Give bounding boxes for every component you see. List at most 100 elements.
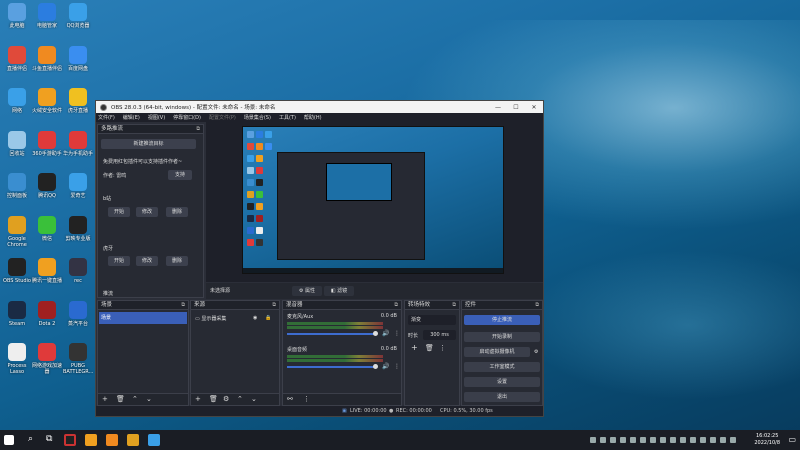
menu-edit[interactable]: 编辑(E)	[123, 114, 140, 121]
settings-button[interactable]: 设置	[464, 377, 540, 387]
volume-slider-handle[interactable]	[373, 364, 378, 369]
desktop-shortcut[interactable]: OBS Studio	[2, 258, 32, 284]
duration-input[interactable]: 300 ms	[423, 330, 456, 340]
target-bilibili-edit-button[interactable]: 修改	[136, 207, 158, 217]
menu-docks[interactable]: 停靠窗口(D)	[173, 114, 201, 121]
obs-taskbar-icon[interactable]	[64, 434, 76, 446]
preview-area[interactable]	[206, 122, 543, 282]
taskbar-app-icon[interactable]	[106, 434, 118, 446]
undock-icon[interactable]: ⧉	[452, 301, 456, 310]
desktop-shortcut[interactable]: 虎牙直播	[63, 88, 93, 114]
clock[interactable]: 16:02:25 2022/10/8	[754, 433, 780, 447]
target-bilibili-delete-button[interactable]: 删除	[166, 207, 188, 217]
tray-icon[interactable]	[690, 437, 696, 443]
chevron-up-icon[interactable]: ⌃	[132, 395, 138, 403]
tray-icon[interactable]	[670, 437, 676, 443]
desktop-shortcut[interactable]: 直播伴侣	[2, 45, 32, 72]
desktop-shortcut[interactable]: 回收站	[2, 130, 32, 157]
desktop-shortcut[interactable]: 电脑管家	[32, 3, 62, 29]
add-icon[interactable]: +	[102, 395, 108, 403]
desktop-shortcut[interactable]: 剪映专业版	[63, 215, 93, 242]
undock-icon[interactable]: ⧉	[181, 301, 185, 310]
undock-icon[interactable]: ⧉	[535, 301, 539, 310]
menu-profile[interactable]: 配置文件(P)	[209, 114, 236, 121]
desktop-shortcut[interactable]: 360手游助手	[32, 130, 62, 157]
tray-icon[interactable]	[720, 437, 726, 443]
taskbar-app-icon[interactable]	[127, 434, 139, 446]
menu-scene-collection[interactable]: 场景集合(S)	[244, 114, 271, 121]
desktop-shortcut[interactable]: 华为手机助手	[63, 130, 93, 157]
desktop-shortcut[interactable]: Process Lasso	[2, 343, 32, 375]
tray-icon[interactable]	[640, 437, 646, 443]
undock-icon[interactable]: ⧉	[394, 301, 398, 310]
speaker-icon[interactable]: 🔊	[382, 363, 389, 370]
tray-icon[interactable]	[700, 437, 706, 443]
support-button[interactable]: 支持	[168, 170, 192, 180]
chevron-down-icon[interactable]: ⌄	[251, 395, 257, 403]
desktop-shortcut[interactable]: 此电脑	[2, 3, 32, 29]
tray-icon[interactable]	[650, 437, 656, 443]
desktop-shortcut[interactable]: 网络游戏加速器	[32, 343, 62, 375]
tray-icon[interactable]	[680, 437, 686, 443]
target-huya-delete-button[interactable]: 删除	[166, 256, 188, 266]
menu-tools[interactable]: 工具(T)	[279, 114, 296, 121]
desktop-shortcut[interactable]: Google Chrome	[2, 215, 32, 248]
stop-streaming-button[interactable]: 停止推流	[464, 315, 540, 325]
visibility-eye-icon[interactable]: ◉	[253, 315, 257, 321]
lock-icon[interactable]: 🔒	[265, 315, 271, 321]
undock-icon[interactable]: ⧉	[196, 125, 200, 134]
gear-icon[interactable]: ⚙	[223, 395, 229, 403]
target-huya-edit-button[interactable]: 修改	[136, 256, 158, 266]
menu-help[interactable]: 帮助(H)	[304, 114, 322, 121]
start-recording-button[interactable]: 开始录制	[464, 332, 540, 342]
menu-file[interactable]: 文件(F)	[98, 114, 115, 121]
desktop-shortcut[interactable]: 腾讯一键直播	[32, 258, 62, 284]
tray-icon[interactable]	[600, 437, 606, 443]
undock-icon[interactable]: ⧉	[272, 301, 276, 310]
properties-button[interactable]: ⚙ 属性	[292, 286, 322, 296]
trash-icon[interactable]: 🗑	[116, 395, 125, 403]
task-view-icon[interactable]: ⧉	[46, 434, 52, 444]
desktop-shortcut[interactable]: 百度网盘	[63, 45, 93, 72]
trash-icon[interactable]: 🗑	[209, 395, 218, 403]
studio-mode-button[interactable]: 工作室模式	[464, 362, 540, 372]
notification-icon[interactable]: ▭	[788, 435, 796, 444]
tray-icon[interactable]	[710, 437, 716, 443]
target-huya-start-button[interactable]: 开始	[108, 256, 130, 266]
scene-list-item[interactable]: 场景	[99, 312, 187, 324]
tray-icon[interactable]	[730, 437, 736, 443]
transition-type-select[interactable]: 渐变	[408, 315, 456, 325]
trash-icon[interactable]: 🗑	[425, 344, 434, 352]
chevron-down-icon[interactable]: ⌄	[146, 395, 152, 403]
desktop-shortcut[interactable]: 控制面板	[2, 173, 32, 199]
desktop-shortcut[interactable]: 腾讯QQ	[32, 173, 62, 199]
tray-icon[interactable]	[620, 437, 626, 443]
menu-view[interactable]: 视图(V)	[148, 114, 165, 121]
more-options-icon[interactable]: ⋮	[394, 330, 400, 337]
taskbar-app-icon[interactable]	[85, 434, 97, 446]
tray-icon[interactable]	[590, 437, 596, 443]
volume-slider-handle[interactable]	[373, 331, 378, 336]
more-options-icon[interactable]: ⋮	[394, 363, 400, 370]
desktop-shortcut[interactable]: 斗鱼直播伴侣	[32, 45, 62, 72]
target-bilibili-start-button[interactable]: 开始	[108, 207, 130, 217]
search-icon[interactable]: ⌕	[28, 434, 33, 444]
desktop-shortcut[interactable]: Steam	[2, 300, 32, 327]
chevron-up-icon[interactable]: ⌃	[237, 395, 243, 403]
taskbar-app-icon[interactable]	[148, 434, 160, 446]
desktop-shortcut[interactable]: 网络	[2, 88, 32, 114]
minimize-button[interactable]: —	[489, 104, 507, 111]
desktop-shortcut[interactable]: rec	[63, 258, 93, 284]
start-virtual-camera-button[interactable]: 启动虚拟摄像机	[464, 347, 530, 357]
desktop-shortcut[interactable]: PUBG BATTLEGR...	[63, 343, 93, 375]
windows-start-icon[interactable]	[4, 435, 14, 445]
volume-slider[interactable]	[287, 366, 377, 368]
add-icon[interactable]: +	[195, 395, 201, 403]
desktop-shortcut[interactable]: QQ浏览器	[63, 3, 93, 29]
speaker-icon[interactable]: 🔊	[382, 330, 389, 337]
maximize-button[interactable]: ☐	[507, 104, 525, 111]
new-target-button[interactable]: 新建推流目标	[101, 139, 196, 149]
more-options-icon[interactable]: ⋮	[439, 344, 446, 352]
desktop-shortcut[interactable]: 蒸汽平台	[63, 300, 93, 327]
desktop-shortcut[interactable]: 爱奇艺	[63, 173, 93, 199]
